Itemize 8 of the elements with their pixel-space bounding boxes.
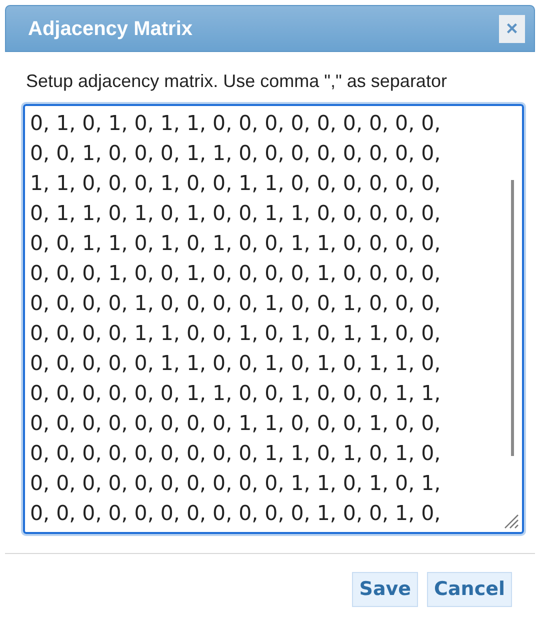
save-button[interactable]: Save — [352, 572, 418, 607]
close-button[interactable]: × — [499, 14, 525, 42]
scrollbar-thumb[interactable] — [511, 180, 514, 456]
cancel-button[interactable]: Cancel — [427, 572, 512, 607]
resize-grip-icon[interactable] — [503, 513, 519, 529]
instruction-text: Setup adjacency matrix. Use comma "," as separator — [26, 70, 448, 93]
dialog-title: Adjacency Matrix — [28, 16, 193, 42]
matrix-textarea[interactable]: 0, 1, 0, 1, 0, 1, 1, 0, 0, 0, 0, 0, 0, 0, 0, 0, 0, 0, 1, 0, 0, 0, 1, 1, 0, 0, 0, 0, 0, 0, 0, 0, 1, 1, 0, 0, 0, 1, 0, 0, 1, 1, 0, 0, 0, 0, 0, 0, 0, 1, 1, 0, 1, 0, 1, 0, 0, 1, 1, 0, 0, 0, 0, 0, 0, 0, 1, 1, 0, 1, 0, 1, 0, 0, 1, 1, 0, 0, 0, 0, 0, 0, 0, 1, 0, 0, 1, 0, 0, 0, 0, 1, 0, 0, 0, 0, 0, 0, 0, 0, 1, 0, 0, 0, 0, 1, 0, 0, 1, 0, 0, 0, 0, 0, 0, 0, 1, 1, 0, 0, 1, 0, 1, 0, 1, 1, 0, 0, 0, 0, 0, 0, 0, 1, 1, 0, 0, 1, 0, 1, 0, 1, 1, 0, 0, 0, 0, 0, 0, 0, 1, 1, 0, 0, 1, 0, 0, 0, 1, 1, 0, 0, 0, 0, 0, 0, 0, 0, 1, 1, 0, 0, 0, 1, 0, 0, 0, 0, 0, 0, 0, 0, 0, 0, 0, 1, 1, 0, 1, 0, 1, 0, 0, 0, 0, 0, 0, 0, 0, 0, 0, 0, 1, 1, 0, 1, 0, 1, 0, 0, 0, 0, 0, 0, 0, 0, 0, 0, 0, 1, 0, 0, 1, 0, — [23, 104, 524, 534]
